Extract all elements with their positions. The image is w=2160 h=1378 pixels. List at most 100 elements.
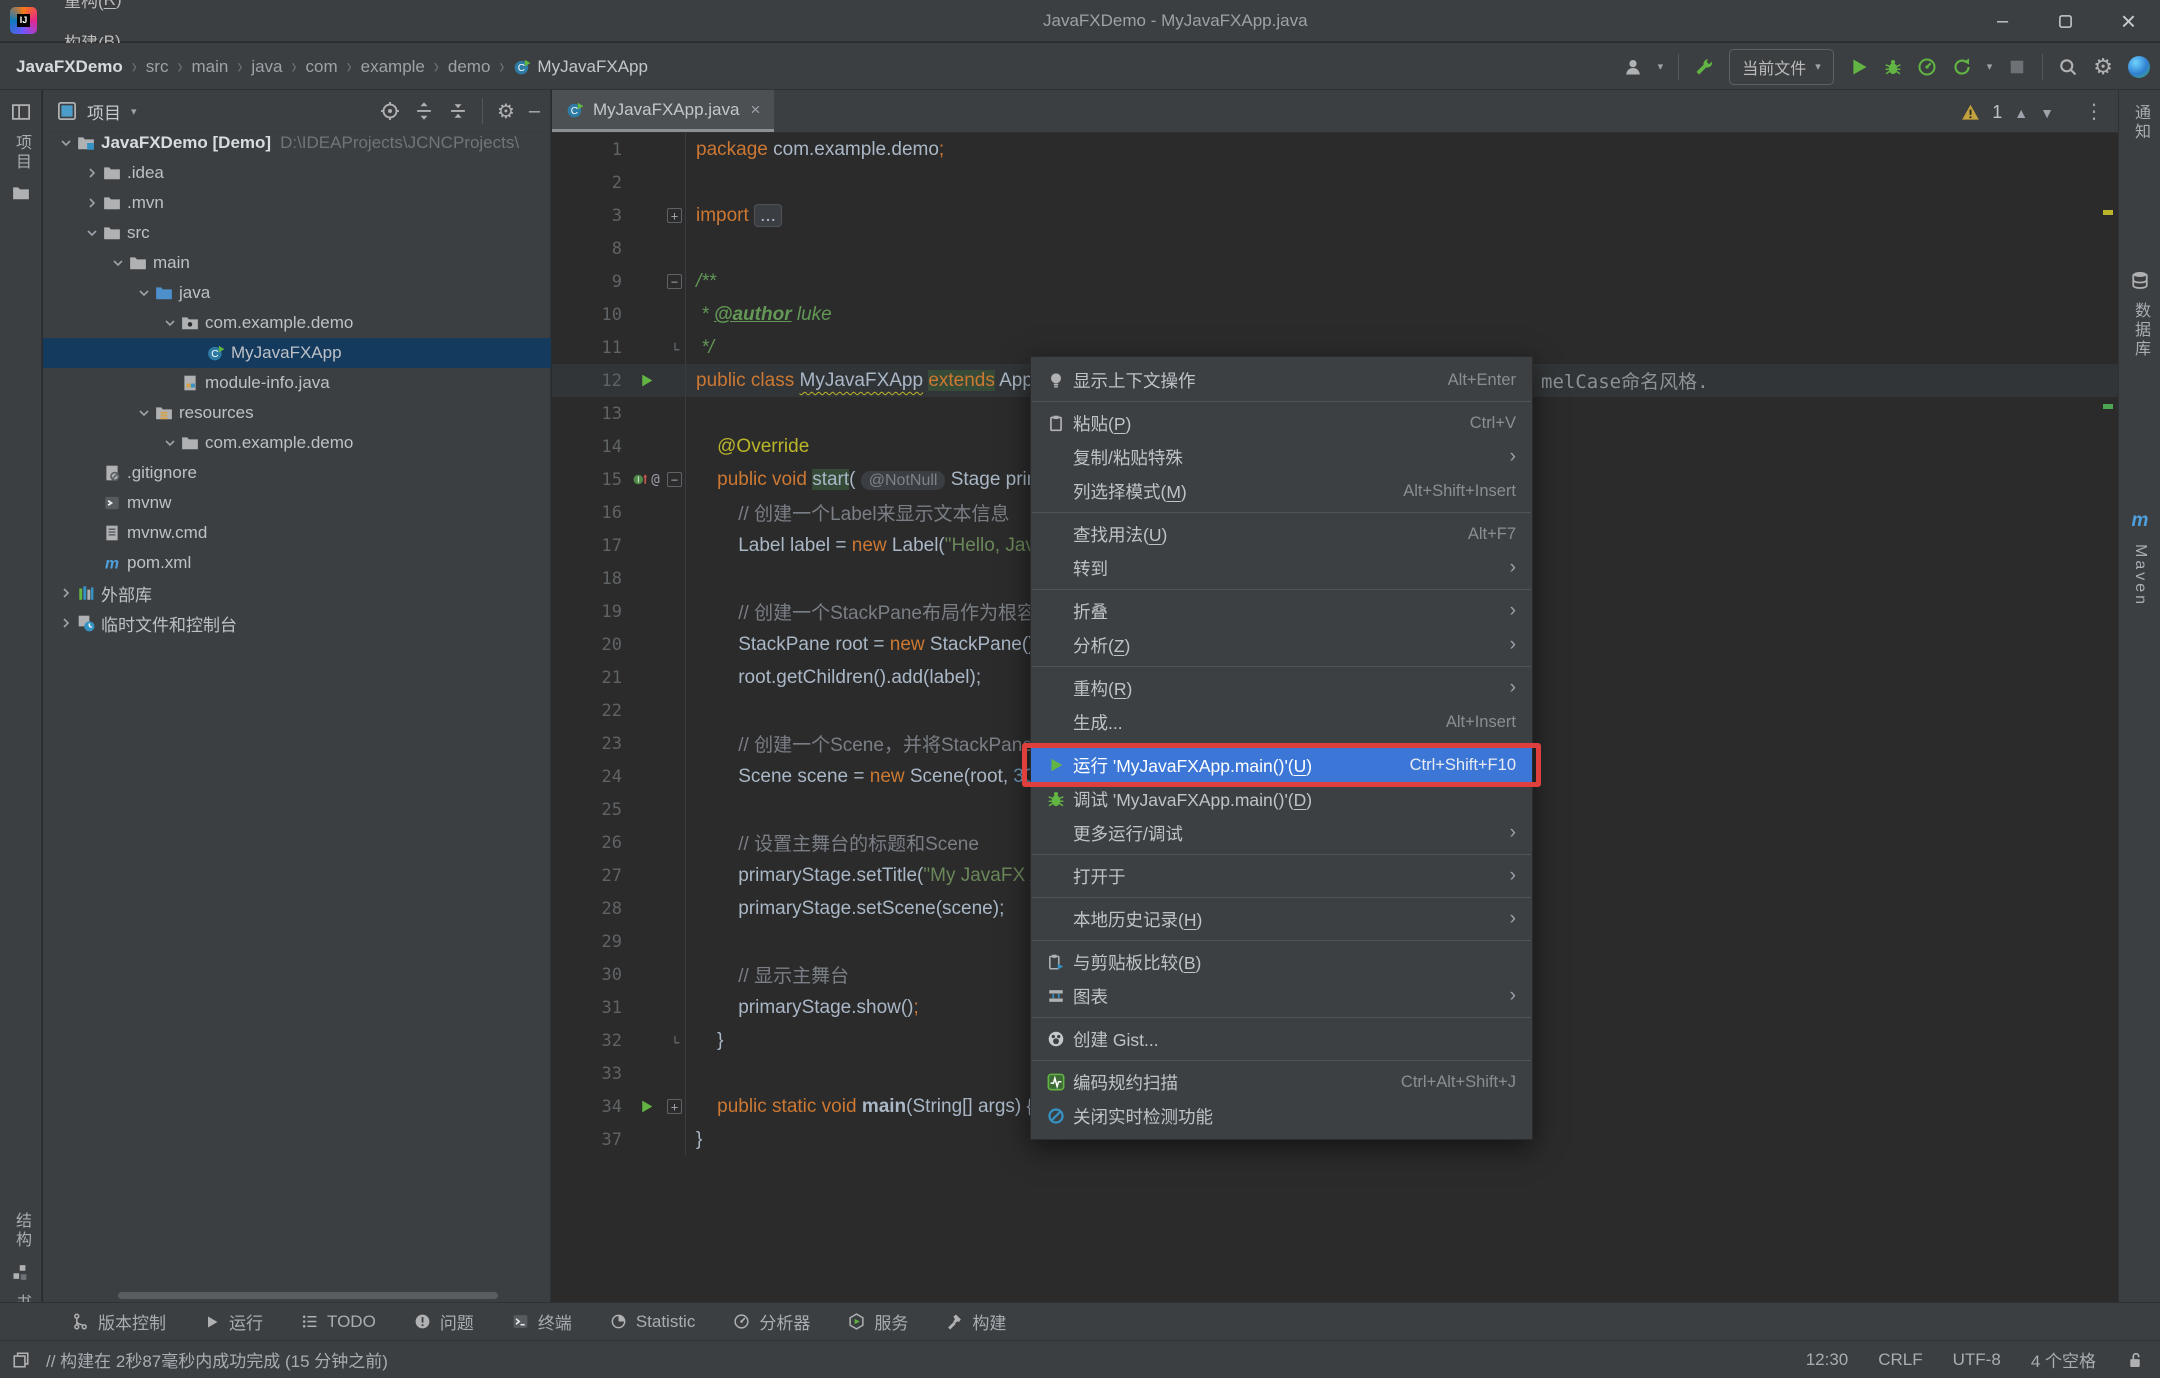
context-menu-item-12[interactable]: 重构(R)› [1031,671,1532,705]
collapse-all-icon[interactable] [448,101,468,121]
fold-marker[interactable]: − [664,463,686,496]
horizontal-scrollbar[interactable] [118,1292,498,1299]
tree-chevron-icon[interactable] [133,285,155,301]
run-line-marker-icon[interactable] [638,1098,655,1115]
tool-window-button-版本控制[interactable]: 版本控制 [72,1309,166,1334]
run-button-icon[interactable] [1849,57,1869,77]
line-ending-indicator[interactable]: CRLF [1878,1350,1922,1370]
stripe-tab-notifications[interactable]: 通知 [2128,104,2152,142]
fold-marker[interactable] [664,1024,686,1057]
context-menu-item-13[interactable]: 生成...Alt+Insert [1031,705,1532,739]
tab-options-icon[interactable]: ⋮ [2070,90,2118,132]
context-menu-item-4[interactable]: 列选择模式(M)Alt+Shift+Insert [1031,474,1532,508]
tree-chevron-icon[interactable] [55,585,77,601]
tree-item-pom.xml[interactable]: mpom.xml [43,548,551,578]
build-hammer-icon[interactable] [1694,57,1714,77]
encoding-indicator[interactable]: UTF-8 [1953,1350,2001,1370]
structure-blocks-icon[interactable] [11,1262,31,1282]
debug-button-icon[interactable] [1884,58,1902,76]
breadcrumb-MyJavaFXApp[interactable]: CMyJavaFXApp [513,57,648,77]
tool-window-switcher-icon[interactable] [12,1351,30,1369]
tree-chevron-icon[interactable] [81,195,103,211]
tool-window-button-TODO[interactable]: TODO [301,1312,376,1332]
override-marker-icon[interactable]: I@ [632,471,659,488]
tree-chevron-icon[interactable] [159,435,181,451]
stripe-tab-maven[interactable]: Maven [2131,544,2149,607]
tree-item-resources[interactable]: resources [43,398,551,428]
context-menu-item-23[interactable]: 与剪贴板比较(B) [1031,945,1532,979]
tree-item-com.example.demo[interactable]: com.example.demo [43,308,551,338]
status-message[interactable]: // 构建在 2秒87毫秒内成功完成 (15 分钟之前) [46,1347,388,1372]
fold-marker[interactable]: + [664,199,686,232]
breadcrumb-com[interactable]: com [306,57,338,77]
maximize-button[interactable] [2034,0,2097,42]
tree-chevron-icon[interactable] [81,165,103,181]
breadcrumb-demo[interactable]: demo [448,57,491,77]
tree-item-JavaFXDemo[interactable]: JavaFXDemo [Demo]D:\IDEAProjects\JCNCPro… [43,128,551,158]
tree-item-java[interactable]: java [43,278,551,308]
tree-chevron-icon[interactable] [81,225,103,241]
minimize-button[interactable]: – [1971,0,2034,42]
tree-chevron-icon[interactable] [133,405,155,421]
breadcrumb-java[interactable]: java [251,57,282,77]
tree-item-com.example.demo[interactable]: com.example.demo [43,428,551,458]
context-menu-item-6[interactable]: 查找用法(U)Alt+F7 [1031,517,1532,551]
tree-item-mvnw[interactable]: mvnw [43,488,551,518]
hide-panel-icon[interactable]: – [529,100,540,123]
user-dropdown-arrow[interactable]: ▾ [1658,60,1664,73]
context-menu-item-0[interactable]: 显示上下文操作Alt+Enter [1031,363,1532,397]
tool-window-button-分析器[interactable]: 分析器 [733,1309,810,1334]
tree-chevron-icon[interactable] [55,135,77,151]
fold-marker[interactable] [664,331,686,364]
tree-item-module-info.java[interactable]: module-info.java [43,368,551,398]
expand-all-icon[interactable] [414,101,434,121]
inspections-widget[interactable]: 1 ▲ ▼ [1961,102,2054,123]
indent-indicator[interactable]: 4 个空格 [2031,1347,2096,1372]
tree-item-MyJavaFXApp[interactable]: CMyJavaFXApp [43,338,551,368]
context-menu-item-29[interactable]: 关闭实时检测功能 [1031,1099,1532,1133]
ide-sphere-icon[interactable] [2128,56,2150,78]
locate-file-icon[interactable] [380,101,400,121]
prev-problem-icon[interactable]: ▲ [2014,105,2028,121]
tree-item-外部库[interactable]: 外部库 [43,578,551,608]
tool-window-button-终端[interactable]: 终端 [512,1309,572,1334]
tree-item-main[interactable]: main [43,248,551,278]
fold-marker[interactable]: − [664,265,686,298]
breadcrumb-main[interactable]: main [191,57,228,77]
context-menu-item-7[interactable]: 转到› [1031,551,1532,585]
stop-button-icon[interactable] [2007,57,2027,77]
tab-myjavafxapp[interactable]: C MyJavaFXApp.java × [552,90,774,132]
fold-marker[interactable]: + [664,1090,686,1123]
run-configuration-select[interactable]: 当前文件▾ [1729,49,1834,85]
context-menu-item-17[interactable]: 更多运行/调试› [1031,816,1532,850]
context-menu-item-21[interactable]: 本地历史记录(H)› [1031,902,1532,936]
profiler-button-icon[interactable] [1917,57,1937,77]
unlock-icon[interactable] [2126,1351,2144,1369]
maven-m-icon[interactable]: m [2132,510,2149,532]
tree-item-临时文件和控制台[interactable]: 临时文件和控制台 [43,608,551,638]
user-profile-icon[interactable] [1623,57,1643,77]
context-menu-item-15[interactable]: 运行 'MyJavaFXApp.main()'(U)Ctrl+Shift+F10 [1031,748,1532,782]
breadcrumb-src[interactable]: src [146,57,169,77]
tree-chevron-icon[interactable] [55,615,77,631]
settings-gear-icon[interactable]: ⚙ [2093,54,2113,80]
tree-chevron-icon[interactable] [159,315,181,331]
context-menu-item-19[interactable]: 打开于› [1031,859,1532,893]
tree-item-mvnw.cmd[interactable]: mvnw.cmd [43,518,551,548]
tool-window-button-服务[interactable]: 服务 [848,1309,908,1334]
stripe-tab-project[interactable]: 项目 [0,102,42,202]
rerun-button-icon[interactable] [1952,57,1972,77]
tool-window-button-运行[interactable]: 运行 [204,1309,263,1334]
tree-item-.mvn[interactable]: .mvn [43,188,551,218]
commit-folder-icon[interactable] [12,184,30,202]
project-panel-title[interactable]: 项目▾ [57,99,137,124]
tree-item-.idea[interactable]: .idea [43,158,551,188]
run-line-marker-icon[interactable] [638,372,655,389]
stripe-tab-database[interactable]: 数据库 [2128,302,2152,359]
menu-item-5[interactable]: 重构(R) [51,0,138,21]
context-menu-item-10[interactable]: 分析(Z)› [1031,628,1532,662]
tab-close-icon[interactable]: × [750,100,760,120]
next-problem-icon[interactable]: ▼ [2040,105,2054,121]
search-everywhere-icon[interactable] [2058,57,2078,77]
context-menu-item-2[interactable]: 粘贴(P)Ctrl+V [1031,406,1532,440]
